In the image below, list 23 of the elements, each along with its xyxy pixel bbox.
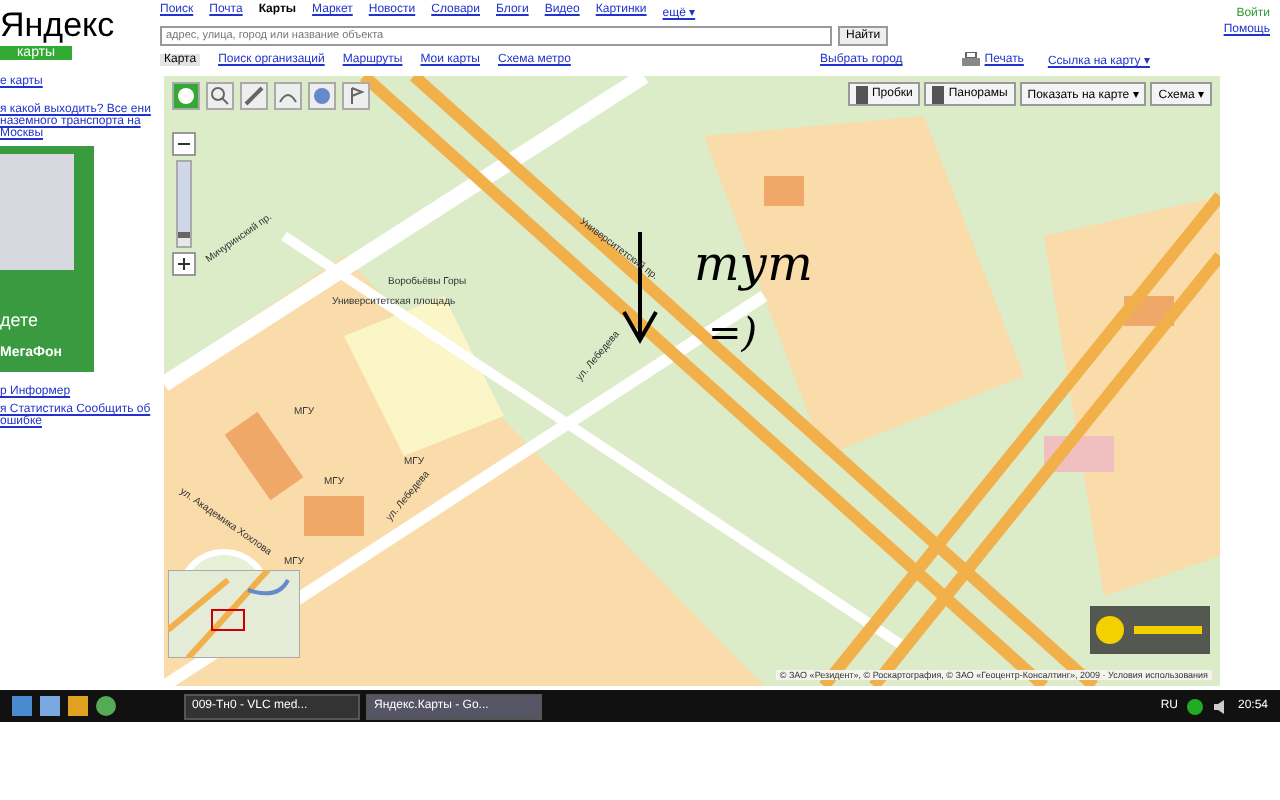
printer-icon[interactable] [962, 52, 981, 68]
traffic-widget-drawing [1090, 606, 1210, 654]
handwritten-smiley: =) [708, 308, 758, 356]
logo-text[interactable]: Яндекс [0, 8, 160, 44]
magnifier-icon[interactable] [206, 82, 234, 110]
ruler-icon[interactable] [240, 82, 268, 110]
tray-icon[interactable] [1185, 697, 1204, 715]
torrent-icon[interactable] [96, 696, 116, 716]
route-icon[interactable] [274, 82, 302, 110]
minimap-drawing[interactable] [168, 570, 300, 658]
ad-text: дете [0, 310, 38, 330]
zoom-thumb[interactable] [178, 162, 190, 238]
photo-placeholder [0, 154, 74, 270]
window-switch-icon[interactable] [40, 696, 60, 716]
speaker-icon[interactable] [1211, 697, 1230, 715]
hand-tool-icon[interactable] [172, 82, 200, 110]
handwritten-text: тут [694, 236, 813, 292]
globe-icon[interactable] [308, 82, 336, 110]
zoom-in-icon[interactable] [172, 252, 196, 276]
building [764, 176, 804, 206]
zoom-out-icon[interactable] [172, 132, 196, 156]
zoom-slider[interactable] [176, 160, 192, 248]
pin-icon[interactable] [342, 82, 370, 110]
